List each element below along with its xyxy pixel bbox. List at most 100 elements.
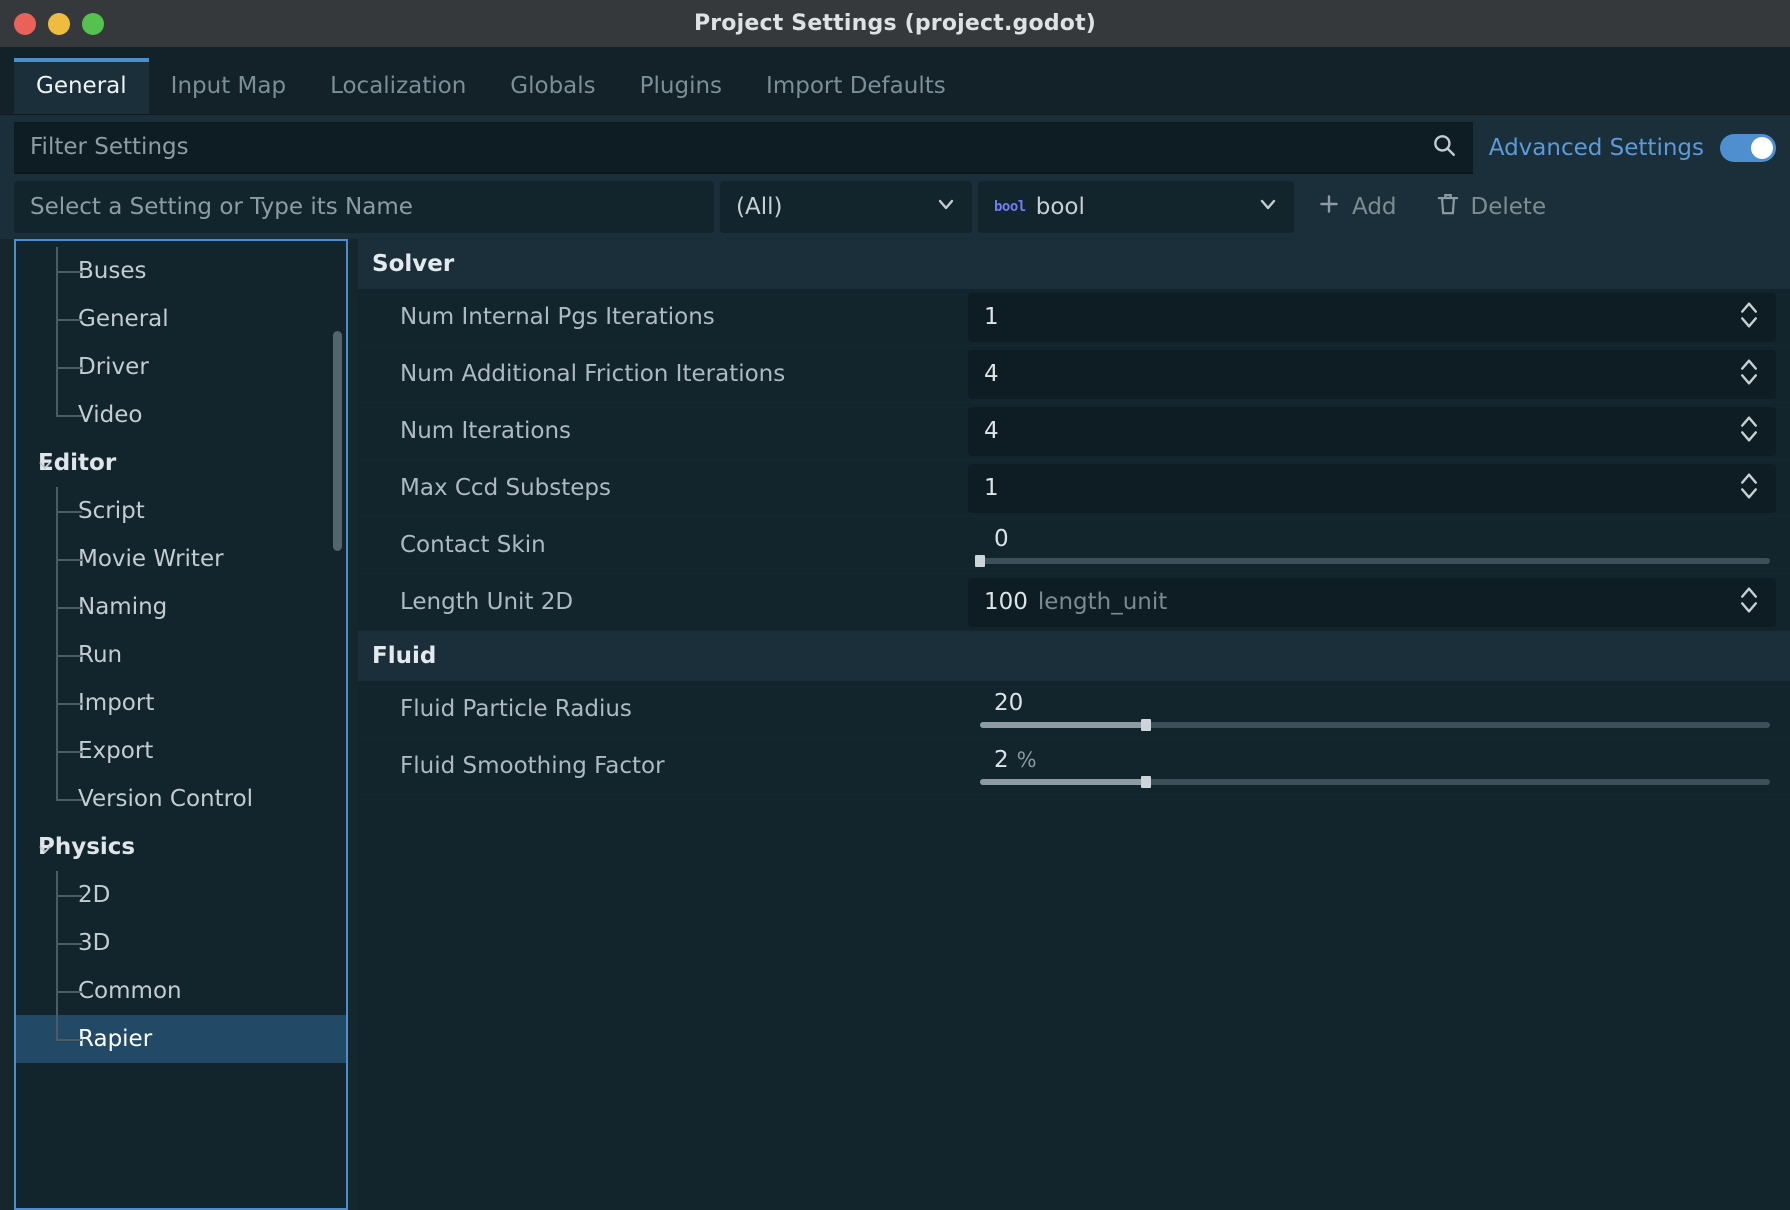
advanced-settings-label[interactable]: Advanced Settings bbox=[1489, 135, 1704, 161]
setting-slider[interactable]: 20 bbox=[978, 685, 1776, 734]
tree-item-script[interactable]: Script bbox=[16, 487, 346, 535]
slider-fill bbox=[980, 722, 1146, 728]
filter-bar: Filter Settings Advanced Settings bbox=[0, 115, 1790, 181]
setting-value: 1 bbox=[984, 475, 999, 501]
tree-item-label: 3D bbox=[78, 930, 111, 956]
tab-general[interactable]: General bbox=[14, 58, 149, 114]
slider-track[interactable] bbox=[980, 719, 1770, 731]
tab-localization[interactable]: Localization bbox=[308, 58, 488, 114]
tree-item-label: Naming bbox=[78, 594, 168, 620]
tree-item-export[interactable]: Export bbox=[16, 727, 346, 775]
tree-item-version-control[interactable]: Version Control bbox=[16, 775, 346, 823]
setting-name-input[interactable]: Select a Setting or Type its Name bbox=[14, 181, 714, 233]
tab-input-map[interactable]: Input Map bbox=[149, 58, 308, 114]
tree-guide-line bbox=[56, 991, 82, 993]
spinner-arrows-icon[interactable] bbox=[1736, 355, 1762, 393]
setting-spinbox[interactable]: 4 bbox=[968, 349, 1776, 399]
tree-item-common[interactable]: Common bbox=[16, 967, 346, 1015]
tree-item-editor[interactable]: Editor bbox=[16, 439, 346, 487]
settings-panel: Solver Num Internal Pgs Iterations 1 Num Ad… bbox=[358, 239, 1790, 1210]
spinner-arrows-icon[interactable] bbox=[1736, 412, 1762, 450]
setting-spinbox[interactable]: 100 length_unit bbox=[968, 577, 1776, 627]
spinner-arrows-icon[interactable] bbox=[1736, 469, 1762, 507]
filter-settings-input[interactable]: Filter Settings bbox=[14, 122, 1473, 174]
tree-item-video[interactable]: Video bbox=[16, 391, 346, 439]
maximize-button[interactable] bbox=[82, 12, 104, 35]
setting-spinbox[interactable]: 1 bbox=[968, 463, 1776, 513]
spinner-arrows-icon[interactable] bbox=[1736, 583, 1762, 621]
tree-guide-line bbox=[56, 871, 58, 1039]
tree-item-run[interactable]: Run bbox=[16, 631, 346, 679]
tree-item-physics[interactable]: Physics bbox=[16, 823, 346, 871]
tree-item-2d[interactable]: 2D bbox=[16, 871, 346, 919]
type-filter-dropdown[interactable]: (All) bbox=[720, 181, 972, 233]
setting-slider[interactable]: 2% bbox=[978, 742, 1776, 791]
setting-label: Num Internal Pgs Iterations bbox=[400, 304, 715, 330]
tree-item-label: Script bbox=[78, 498, 145, 524]
add-setting-button[interactable]: Add bbox=[1300, 181, 1413, 233]
tree-item-label: 2D bbox=[78, 882, 111, 908]
delete-button-label: Delete bbox=[1470, 194, 1547, 220]
tab-plugins[interactable]: Plugins bbox=[618, 58, 744, 114]
setting-value: 4 bbox=[984, 361, 999, 387]
tree-item-rapier[interactable]: Rapier bbox=[16, 1015, 346, 1063]
tree-guide-line bbox=[56, 559, 82, 561]
slider-value-row: 2% bbox=[978, 747, 1776, 773]
setting-spinbox[interactable]: 4 bbox=[968, 406, 1776, 456]
toggle-knob bbox=[1751, 137, 1773, 159]
plus-icon bbox=[1316, 191, 1342, 223]
setting-spinbox[interactable]: 1 bbox=[968, 292, 1776, 342]
slider-track[interactable] bbox=[975, 555, 1770, 567]
setting-label: Contact Skin bbox=[400, 532, 546, 558]
bool-type-icon: bool bbox=[994, 199, 1026, 215]
close-button[interactable] bbox=[14, 12, 36, 35]
tree-item-driver[interactable]: Driver bbox=[16, 343, 346, 391]
setting-value: 100 bbox=[984, 589, 1028, 615]
tree-item-label: General bbox=[78, 306, 169, 332]
setting-row: Num Additional Friction Iterations 4 bbox=[358, 346, 1790, 403]
setting-row: Num Iterations 4 bbox=[358, 403, 1790, 460]
tree-guide-line bbox=[56, 319, 82, 321]
setting-label: Length Unit 2D bbox=[400, 589, 574, 615]
setting-label: Num Iterations bbox=[400, 418, 572, 444]
tree-guide-line bbox=[56, 367, 82, 369]
tree-item-import[interactable]: Import bbox=[16, 679, 346, 727]
tree-item-movie-writer[interactable]: Movie Writer bbox=[16, 535, 346, 583]
tree-item-buses[interactable]: Buses bbox=[16, 247, 346, 295]
setting-value-suffix: % bbox=[1016, 748, 1037, 772]
tree-item-label: Run bbox=[78, 642, 123, 668]
slider-thumb[interactable] bbox=[1140, 719, 1151, 731]
setting-row: Fluid Smoothing Factor 2% bbox=[358, 738, 1790, 795]
advanced-settings-toggle[interactable] bbox=[1720, 134, 1776, 162]
setting-value: 20 bbox=[994, 690, 1024, 716]
settings-category-tree[interactable]: Buses General Driver Video Editor Script Movie… bbox=[14, 239, 348, 1210]
tree-item-general[interactable]: General bbox=[16, 295, 346, 343]
slider-thumb[interactable] bbox=[975, 555, 985, 567]
tree-item-label: Export bbox=[78, 738, 154, 764]
tree-item-label: Driver bbox=[78, 354, 149, 380]
chevron-down-icon[interactable] bbox=[36, 454, 54, 472]
slider-thumb[interactable] bbox=[1140, 776, 1151, 788]
chevron-down-icon[interactable] bbox=[36, 838, 54, 856]
tree-guide-line bbox=[56, 895, 82, 897]
delete-setting-button[interactable]: Delete bbox=[1419, 181, 1563, 233]
spinner-arrows-icon[interactable] bbox=[1736, 298, 1762, 336]
setting-type-dropdown[interactable]: bool bool bbox=[978, 181, 1294, 233]
setting-row: Fluid Particle Radius 20 bbox=[358, 681, 1790, 738]
tree-scrollbar[interactable] bbox=[333, 331, 342, 551]
search-icon[interactable] bbox=[1431, 132, 1457, 162]
slider-track[interactable] bbox=[980, 776, 1770, 788]
tree-item-3d[interactable]: 3D bbox=[16, 919, 346, 967]
tree-item-label: Import bbox=[78, 690, 155, 716]
tree-item-label: Version Control bbox=[78, 786, 254, 812]
setting-slider[interactable]: 0 bbox=[975, 521, 1776, 570]
tab-globals[interactable]: Globals bbox=[488, 58, 617, 114]
tree-item-naming[interactable]: Naming bbox=[16, 583, 346, 631]
tree-guide-line bbox=[56, 607, 82, 609]
setting-label: Num Additional Friction Iterations bbox=[400, 361, 786, 387]
chevron-down-icon bbox=[934, 192, 958, 222]
minimize-button[interactable] bbox=[48, 12, 70, 35]
setting-row: Max Ccd Substeps 1 bbox=[358, 460, 1790, 517]
section-header-solver: Solver bbox=[358, 239, 1790, 289]
tab-import-defaults[interactable]: Import Defaults bbox=[744, 58, 968, 114]
